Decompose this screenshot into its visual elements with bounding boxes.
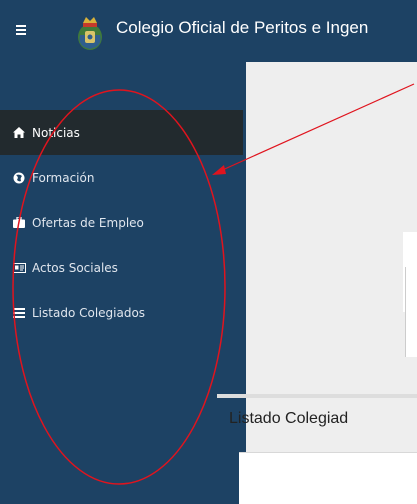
content-card xyxy=(405,267,417,357)
sidebar-item-formacion[interactable]: Formación xyxy=(0,155,243,200)
hamburger-icon[interactable] xyxy=(16,25,26,35)
sidebar-item-label: Formación xyxy=(32,170,95,185)
sidebar-menu: Noticias Formación Ofertas de Empleo Act… xyxy=(0,110,243,335)
top-bar: Colegio Oficial de Peritos e Ingen xyxy=(0,0,417,62)
main-content xyxy=(217,62,417,503)
sidebar-item-ofertas-de-empleo[interactable]: Ofertas de Empleo xyxy=(0,200,243,245)
sidebar-item-label: Noticias xyxy=(32,125,80,140)
globe-icon xyxy=(12,171,26,185)
briefcase-icon xyxy=(12,216,26,230)
section-title: Listado Colegiad xyxy=(229,410,349,427)
sidebar-item-label: Ofertas de Empleo xyxy=(32,215,144,230)
content-divider xyxy=(243,62,246,503)
app-title: Colegio Oficial de Peritos e Ingen xyxy=(116,18,369,37)
content-divider xyxy=(217,394,417,398)
sidebar: Noticias Formación Ofertas de Empleo Act… xyxy=(0,62,243,503)
home-icon xyxy=(12,126,26,140)
sidebar-item-listado-colegiados[interactable]: Listado Colegiados xyxy=(0,290,243,335)
sidebar-item-noticias[interactable]: Noticias xyxy=(0,110,243,155)
sidebar-item-label: Actos Sociales xyxy=(32,260,118,275)
sidebar-item-actos-sociales[interactable]: Actos Sociales xyxy=(0,245,243,290)
sidebar-item-label: Listado Colegiados xyxy=(32,305,146,320)
section-panel xyxy=(239,452,417,504)
list-icon xyxy=(12,306,26,320)
college-crest-logo xyxy=(78,17,102,50)
id-card-icon xyxy=(12,261,26,275)
